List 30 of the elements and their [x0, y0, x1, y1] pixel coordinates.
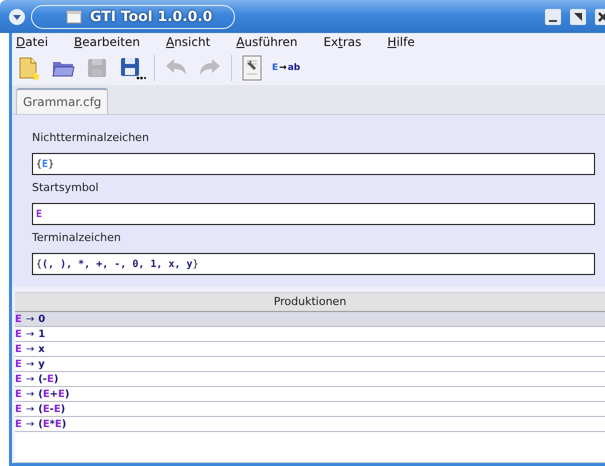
menu-item[interactable]: Ausführen [232, 35, 320, 49]
menu-item[interactable]: Extras [319, 35, 384, 49]
menu-item[interactable]: Datei [12, 35, 70, 49]
window-title: GTI Tool 1.0.0.0 [31, 4, 236, 28]
minimize-icon[interactable] [545, 8, 561, 24]
floppy-disk-icon[interactable] [118, 55, 146, 81]
input-field[interactable]: {E} [32, 153, 595, 175]
input-field[interactable]: E [32, 203, 595, 225]
production-row[interactable]: E → (-E) [15, 372, 605, 387]
tab[interactable]: Grammar.cfg [16, 88, 108, 114]
window-menu-icon[interactable] [8, 8, 26, 26]
production-row[interactable]: E → 1 [15, 327, 605, 342]
production-row[interactable]: E → (E*E) [15, 417, 605, 432]
maximize-icon[interactable] [570, 8, 586, 24]
production-row[interactable]: E → x [15, 342, 605, 357]
production-row[interactable]: E → (E-E) [15, 402, 605, 417]
convert-button[interactable]: E→ab [272, 63, 300, 73]
production-row[interactable]: E → (E+E) [15, 387, 605, 402]
menu-item[interactable]: Hilfe [383, 35, 437, 49]
field-label: Terminalzeichen [32, 231, 122, 244]
column-header[interactable]: Produktionen [15, 293, 605, 312]
production-row[interactable]: E → 0 [15, 312, 605, 327]
menu-item[interactable]: Ansicht [162, 35, 232, 49]
field-label: Startsymbol [32, 181, 100, 194]
menu-item[interactable]: Bearbeiten [70, 35, 162, 49]
input-field[interactable]: {(, ), *, +, -, 0, 1, x, y} [32, 253, 595, 275]
production-row[interactable]: E → y [15, 357, 605, 372]
window-icon [66, 8, 82, 24]
document-wrench-icon[interactable] [240, 55, 264, 81]
field-label: Nichtterminalzeichen [32, 131, 150, 144]
